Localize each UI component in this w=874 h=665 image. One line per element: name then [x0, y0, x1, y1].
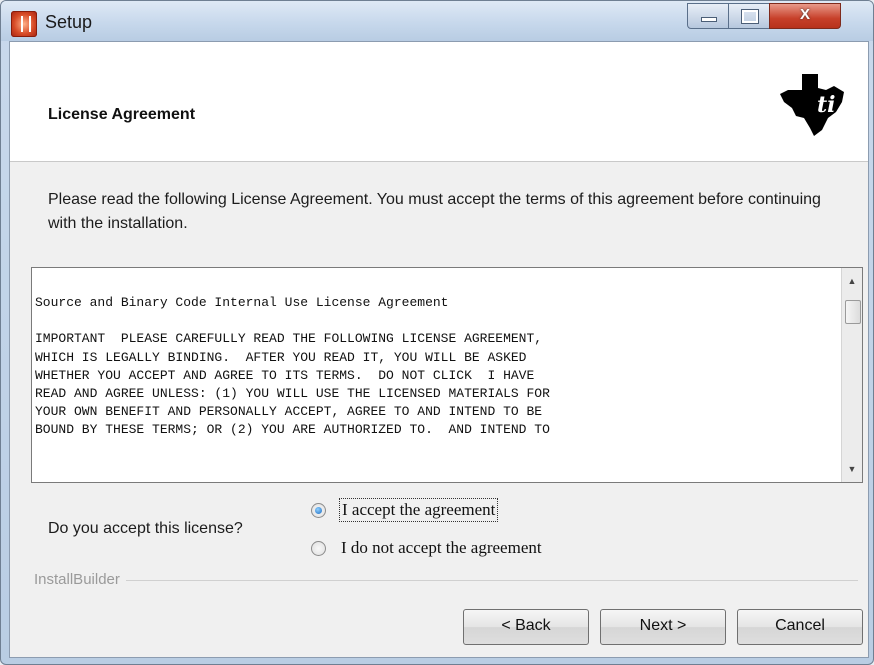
- license-line: WHETHER YOU ACCEPT AND AGREE TO ITS TERM…: [35, 367, 535, 383]
- close-icon: X: [799, 6, 810, 23]
- setup-window: Setup X License Agreement ti Please read…: [0, 0, 874, 665]
- minimize-icon: [701, 17, 717, 22]
- decline-radio-label[interactable]: I do not accept the agreement: [339, 537, 544, 559]
- scrollbar-thumb[interactable]: [845, 300, 861, 324]
- decline-radio-option[interactable]: I do not accept the agreement: [311, 536, 544, 560]
- license-line: YOUR OWN BENEFIT AND PERSONALLY ACCEPT, …: [35, 404, 543, 420]
- license-scrollbar[interactable]: ▲ ▼: [841, 268, 862, 482]
- maximize-icon: [741, 9, 759, 24]
- scroll-up-arrow-icon[interactable]: ▲: [842, 272, 862, 290]
- cancel-button[interactable]: Cancel: [737, 609, 863, 645]
- page-title: License Agreement: [48, 106, 196, 123]
- intro-text: Please read the following License Agreem…: [48, 191, 821, 232]
- radio-button-checked[interactable]: [311, 502, 326, 518]
- window-title: Setup: [45, 12, 93, 32]
- accept-question: Do you accept this license?: [48, 520, 243, 537]
- wizard-body: License Agreement ti Please read the fol…: [9, 41, 869, 658]
- texas-instruments-logo: ti: [780, 74, 844, 136]
- scroll-down-arrow-icon[interactable]: ▼: [842, 460, 862, 478]
- license-line: READ AND AGREE UNLESS: (1) YOU WILL USE …: [35, 386, 550, 402]
- license-line: Source and Binary Code Internal Use Lice…: [35, 295, 449, 310]
- back-button[interactable]: < Back: [463, 609, 589, 645]
- license-line: IMPORTANT PLEASE CAREFULLY READ THE FOLL…: [35, 331, 543, 347]
- next-button[interactable]: Next >: [600, 609, 726, 645]
- accept-radio-label[interactable]: I accept the agreement: [339, 498, 499, 522]
- installbuilder-label: InstallBuilder: [34, 571, 126, 588]
- license-line: WHICH IS LEGALLY BINDING. AFTER YOU READ…: [35, 349, 527, 365]
- minimize-button[interactable]: [687, 3, 729, 29]
- footer-divider: [34, 580, 858, 581]
- radio-button-unchecked[interactable]: [311, 540, 326, 556]
- wizard-header: License Agreement ti: [10, 42, 868, 162]
- license-line: BOUND BY THESE TERMS; OR (2) YOU ARE AUT…: [35, 422, 550, 438]
- close-button[interactable]: X: [769, 3, 841, 29]
- maximize-button[interactable]: [728, 3, 770, 29]
- accept-radio-option[interactable]: I accept the agreement: [311, 498, 499, 522]
- app-icon: [11, 11, 37, 37]
- svg-text:ti: ti: [817, 92, 836, 118]
- license-textbox[interactable]: Source and Binary Code Internal Use Lice…: [31, 267, 863, 483]
- title-bar[interactable]: Setup X: [1, 1, 873, 41]
- license-text: Source and Binary Code Internal Use Lice…: [35, 294, 835, 440]
